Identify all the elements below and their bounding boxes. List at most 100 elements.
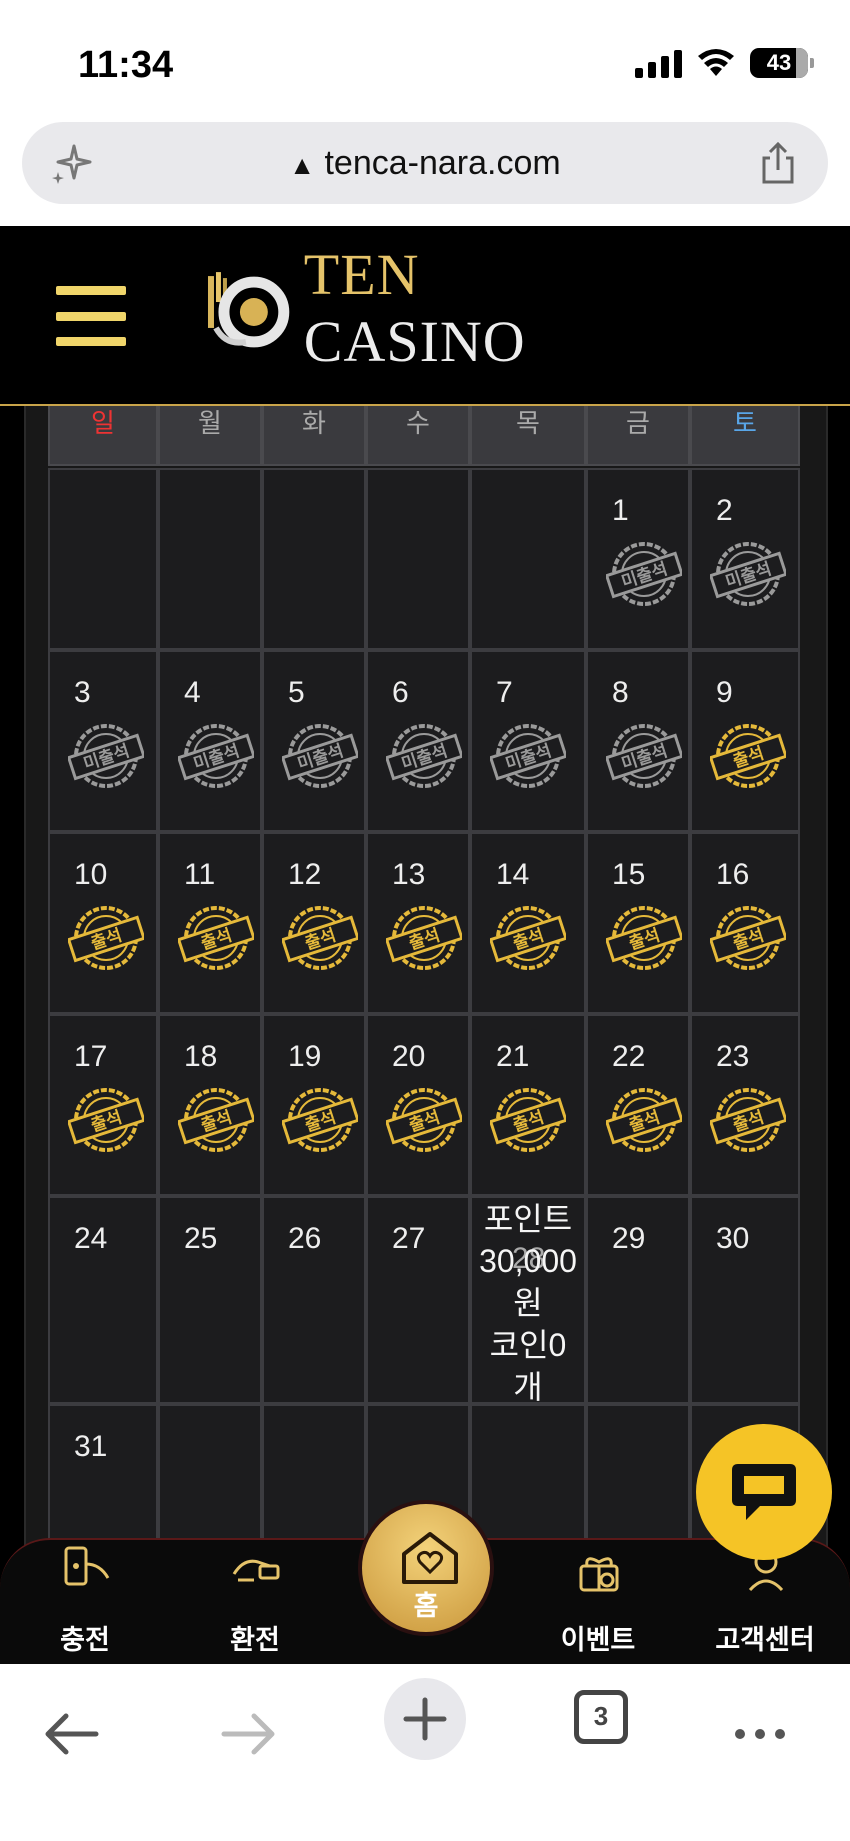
day-number: 25 [184,1222,218,1255]
calendar-day-cell[interactable]: 15 출석 [586,832,690,1014]
calendar-day-cell[interactable]: 13 출석 [366,832,470,1014]
calendar-day-cell[interactable]: 12 출석 [262,832,366,1014]
day-number: 17 [74,1040,108,1073]
url-text: tenca-nara.com [324,144,561,182]
calendar-week-row: 24 25 26 27 28 포인트 30,000 원 코인0 개 29 30 [48,1196,800,1405]
day-number: 7 [496,676,513,709]
browser-address-area: ▲ tenca-nara.com [0,120,850,226]
day-number: 22 [612,1040,646,1073]
calendar-day-cell[interactable]: 11 출석 [158,832,262,1014]
battery-icon: 43 [750,48,814,78]
back-arrow-icon[interactable] [32,1694,112,1774]
share-icon[interactable] [756,140,800,186]
absent-stamp-icon: 미출석 [606,724,682,788]
logo-casino: CASINO [303,309,526,374]
site-logo[interactable]: TEN CASINO [206,242,656,374]
calendar-day-cell[interactable]: 16 출석 [690,832,800,1014]
more-options-icon[interactable] [720,1694,800,1774]
calendar-day-cell[interactable]: 20 출석 [366,1014,470,1196]
cellular-signal-icon [635,48,682,78]
warning-icon: ▲ [289,150,316,180]
calendar-day-cell[interactable]: 9 출석 [690,650,800,832]
calendar-day-cell[interactable]: 17 출석 [48,1014,158,1196]
calendar-day-cell[interactable]: 26 [262,1196,366,1404]
reward-line: 코인0 [489,1327,567,1363]
calendar-day-cell[interactable]: 2 미출석 [690,468,800,650]
attended-stamp-icon: 출석 [606,906,682,970]
day-number: 19 [288,1040,322,1073]
calendar-day-cell[interactable]: 10 출석 [48,832,158,1014]
calendar-day-cell[interactable]: 24 [48,1196,158,1404]
weekday-header-cell: 월 [158,406,262,466]
calendar-day-cell[interactable]: 4 미출석 [158,650,262,832]
attended-stamp-icon: 출석 [68,906,144,970]
tabs-count-button[interactable]: 3 [574,1690,628,1744]
calendar-empty-cell [158,468,262,650]
day-number: 11 [184,858,216,891]
day-number: 8 [612,676,629,709]
plus-icon [403,1697,447,1741]
calendar-day-cell[interactable]: 30 [690,1196,800,1404]
status-bar: 11:34 43 [0,0,850,120]
day-number: 18 [184,1040,218,1073]
day-number: 12 [288,858,322,891]
day-number: 16 [716,858,750,891]
calendar-day-cell[interactable]: 29 [586,1196,690,1404]
calendar-weekday-header: 일월화수목금토 [48,406,800,466]
calendar-day-cell[interactable]: 23 출석 [690,1014,800,1196]
url-display[interactable]: ▲ tenca-nara.com [22,144,828,183]
absent-stamp-icon: 미출석 [490,724,566,788]
nav-withdraw-label: 환전 [230,1625,280,1655]
absent-stamp-icon: 미출석 [282,724,358,788]
nav-support-label: 고객센터 [715,1625,815,1655]
weekday-header-cell: 토 [690,406,800,466]
calendar-day-cell[interactable]: 19 출석 [262,1014,366,1196]
nav-deposit[interactable]: 충전 [15,1540,155,1666]
nav-deposit-label: 충전 [60,1625,110,1655]
calendar-day-cell[interactable]: 3 미출석 [48,650,158,832]
day-number: 23 [716,1040,750,1073]
day-number: 26 [288,1222,322,1255]
new-tab-button[interactable] [384,1678,466,1760]
calendar-day-cell[interactable]: 25 [158,1196,262,1404]
attended-stamp-icon: 출석 [606,1088,682,1152]
calendar-empty-cell [470,468,586,650]
calendar-day-cell[interactable]: 31 [48,1404,158,1544]
day-number: 31 [74,1430,108,1463]
deposit-icon [64,1546,110,1586]
nav-home-button[interactable]: 홈 [358,1500,494,1636]
forward-arrow-icon[interactable] [208,1694,288,1774]
day-number: 14 [496,858,530,891]
weekday-header-cell: 일 [48,406,158,466]
address-bar[interactable]: ▲ tenca-nara.com [22,122,828,204]
day-number: 15 [612,858,646,891]
calendar-day-cell[interactable]: 1 미출석 [586,468,690,650]
calendar-day-cell[interactable]: 5 미출석 [262,650,366,832]
attended-stamp-icon: 출석 [386,1088,462,1152]
calendar-week-row: 17 출석 18 출석 19 출석 20 출석 21 출석 22 출석 23 출석 [48,1014,800,1196]
logo-text: TEN CASINO [304,241,656,375]
calendar-day-cell[interactable]: 21 출석 [470,1014,586,1196]
calendar-empty-cell [158,1404,262,1544]
nav-event-label: 이벤트 [560,1625,636,1655]
calendar-day-cell[interactable]: 6 미출석 [366,650,470,832]
calendar-day-cell[interactable]: 18 출석 [158,1014,262,1196]
day-number: 3 [74,676,91,709]
calendar-day-cell[interactable]: 22 출석 [586,1014,690,1196]
menu-icon[interactable] [56,286,126,346]
gift-icon [579,1557,619,1592]
reward-line: 원 [513,1285,543,1321]
chat-button[interactable] [696,1424,832,1560]
nav-event[interactable]: 이벤트 [528,1540,668,1666]
calendar-day-cell[interactable]: 14 출석 [470,832,586,1014]
calendar-day-cell[interactable]: 8 미출석 [586,650,690,832]
calendar-day-cell[interactable]: 7 미출석 [470,650,586,832]
calendar-day-cell[interactable]: 27 [366,1196,470,1404]
weekday-header-cell: 금 [586,406,690,466]
calendar-day-cell[interactable]: 28 포인트 30,000 원 코인0 개 [470,1196,586,1405]
calendar-week-row: 3 미출석 4 미출석 5 미출석 6 미출석 7 미출석 8 미출석 9 출석 [48,650,800,832]
logo-emblem-icon [207,272,290,348]
nav-withdraw[interactable]: 환전 [185,1540,325,1666]
status-time: 11:34 [78,44,174,86]
weekday-header-cell: 수 [366,406,470,466]
